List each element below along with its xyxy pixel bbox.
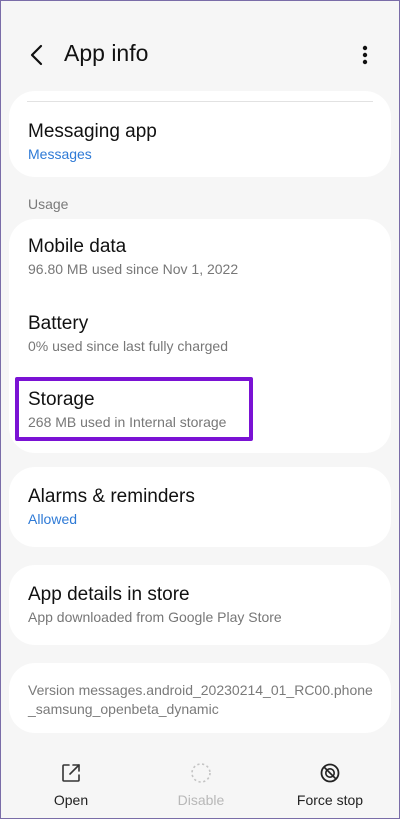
section-header-usage: Usage (28, 196, 69, 212)
battery-row[interactable]: Battery 0% used since last fully charged (9, 295, 391, 371)
disable-icon (191, 763, 211, 783)
alarms-reminders-row[interactable]: Alarms & reminders Allowed (9, 467, 391, 547)
app-details-in-store-row[interactable]: App details in store App downloaded from… (9, 565, 391, 645)
row-label: Alarms & reminders (28, 486, 195, 507)
back-arrow-icon (30, 44, 43, 66)
row-sub: 0% used since last fully charged (28, 338, 228, 354)
force-stop-button[interactable]: Force stop (270, 751, 390, 817)
open-label: Open (53, 792, 89, 808)
open-button[interactable]: Open (11, 751, 131, 817)
messaging-app-row[interactable]: Messaging app Messages (9, 91, 391, 177)
highlight-box (15, 377, 253, 441)
page-title: App info (64, 40, 149, 66)
more-vert-icon (362, 45, 368, 65)
more-options-button[interactable] (353, 39, 377, 71)
alarms-card: Alarms & reminders Allowed (9, 467, 391, 547)
mobile-data-row[interactable]: Mobile data 96.80 MB used since Nov 1, 2… (9, 219, 391, 295)
force-stop-icon (320, 763, 340, 783)
row-sub: App downloaded from Google Play Store (28, 609, 282, 625)
row-label: App details in store (28, 584, 190, 605)
force-stop-label: Force stop (296, 792, 364, 808)
row-label: Mobile data (28, 236, 127, 257)
row-sub: 96.80 MB used since Nov 1, 2022 (28, 261, 239, 277)
row-label: Messaging app (28, 121, 157, 142)
open-external-icon (62, 764, 80, 782)
disable-button[interactable]: Disable (141, 751, 261, 817)
row-value: Allowed (28, 511, 78, 527)
top-app-bar: App info (1, 1, 399, 93)
row-label: Battery (28, 313, 89, 334)
version-text: Version messages.android_20230214_01_RC0… (28, 682, 373, 717)
default-app-card: Messaging app Messages (9, 91, 391, 177)
store-card: App details in store App downloaded from… (9, 565, 391, 645)
back-button[interactable] (21, 39, 53, 71)
row-value: Messages (28, 146, 92, 162)
disable-label: Disable (177, 792, 225, 808)
bottom-action-bar: Open Disable Force stop (1, 751, 399, 819)
